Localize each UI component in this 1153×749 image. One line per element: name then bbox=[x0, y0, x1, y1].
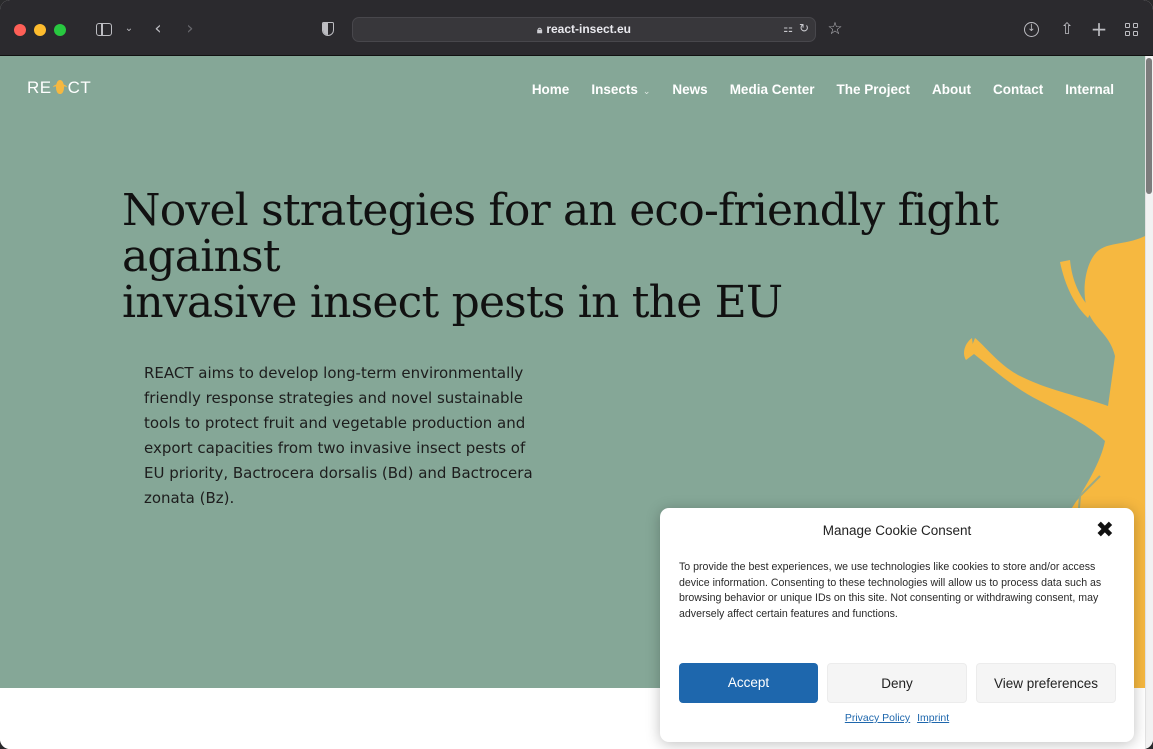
cookie-dialog-text: To provide the best experiences, we use … bbox=[679, 561, 1102, 620]
privacy-shield-icon[interactable] bbox=[320, 18, 336, 40]
bee-logo-icon bbox=[52, 79, 67, 95]
back-arrow-icon[interactable]: ‹ bbox=[150, 18, 166, 40]
browser-toolbar: ⌄ ‹ › 🔒︎ react-insect.eu ⚏ ↻ ☆ ↓ ⇧ + bbox=[0, 0, 1153, 56]
nav-insects[interactable]: Insects ⌄ bbox=[591, 82, 650, 97]
new-tab-icon[interactable]: + bbox=[1090, 18, 1108, 40]
browser-window: ⌄ ‹ › 🔒︎ react-insect.eu ⚏ ↻ ☆ ↓ ⇧ + RE CT… bbox=[0, 0, 1153, 749]
close-icon[interactable]: ✖ bbox=[1096, 518, 1114, 543]
privacy-policy-link[interactable]: Privacy Policy bbox=[845, 712, 910, 724]
zoom-window-button[interactable] bbox=[54, 24, 66, 36]
main-navigation: Home Insects ⌄ News Media Center The Proj… bbox=[510, 82, 1114, 97]
cookie-consent-dialog: Manage Cookie Consent ✖ To provide the b… bbox=[660, 508, 1134, 742]
accept-button[interactable]: Accept bbox=[679, 663, 818, 703]
deny-button[interactable]: Deny bbox=[827, 663, 967, 703]
view-preferences-button[interactable]: View preferences bbox=[976, 663, 1116, 703]
downloads-icon[interactable]: ↓ bbox=[1024, 18, 1042, 40]
nav-internal[interactable]: Internal bbox=[1065, 82, 1114, 97]
nav-contact[interactable]: Contact bbox=[993, 82, 1043, 97]
site-logo[interactable]: RE CT bbox=[27, 78, 91, 98]
chevron-down-icon[interactable]: ⌄ bbox=[122, 18, 136, 40]
cookie-links: Privacy Policy Imprint bbox=[660, 712, 1134, 724]
minimize-window-button[interactable] bbox=[34, 24, 46, 36]
nav-about[interactable]: About bbox=[932, 82, 971, 97]
address-bar[interactable]: 🔒︎ react-insect.eu ⚏ ↻ bbox=[352, 17, 816, 42]
cookie-dialog-title: Manage Cookie Consent bbox=[822, 523, 972, 538]
nav-media-center[interactable]: Media Center bbox=[730, 82, 815, 97]
nav-the-project[interactable]: The Project bbox=[836, 82, 910, 97]
nav-home[interactable]: Home bbox=[532, 82, 570, 97]
web-page: RE CT Home Insects ⌄ News Media Center The… bbox=[0, 56, 1153, 749]
bookmark-star-icon[interactable]: ☆ bbox=[826, 18, 844, 40]
scrollbar-thumb[interactable] bbox=[1146, 58, 1152, 194]
close-window-button[interactable] bbox=[14, 24, 26, 36]
forward-arrow-icon[interactable]: › bbox=[182, 18, 198, 40]
lock-icon: 🔒︎ bbox=[536, 25, 543, 36]
share-icon[interactable]: ⇧ bbox=[1058, 18, 1076, 40]
hero-description: REACT aims to develop long-term environm… bbox=[144, 364, 533, 507]
page-scrollbar[interactable] bbox=[1145, 56, 1153, 749]
tab-overview-icon[interactable] bbox=[1122, 18, 1140, 40]
nav-news[interactable]: News bbox=[672, 82, 707, 97]
url-text: react-insect.eu bbox=[546, 22, 632, 36]
imprint-link[interactable]: Imprint bbox=[917, 712, 949, 724]
translate-icon[interactable]: ⚏ bbox=[783, 22, 793, 35]
url-display[interactable]: 🔒︎ react-insect.eu bbox=[353, 18, 815, 41]
reload-icon[interactable]: ↻ bbox=[799, 21, 809, 35]
chevron-down-icon: ⌄ bbox=[642, 87, 651, 97]
sidebar-toggle-icon[interactable] bbox=[96, 18, 116, 40]
